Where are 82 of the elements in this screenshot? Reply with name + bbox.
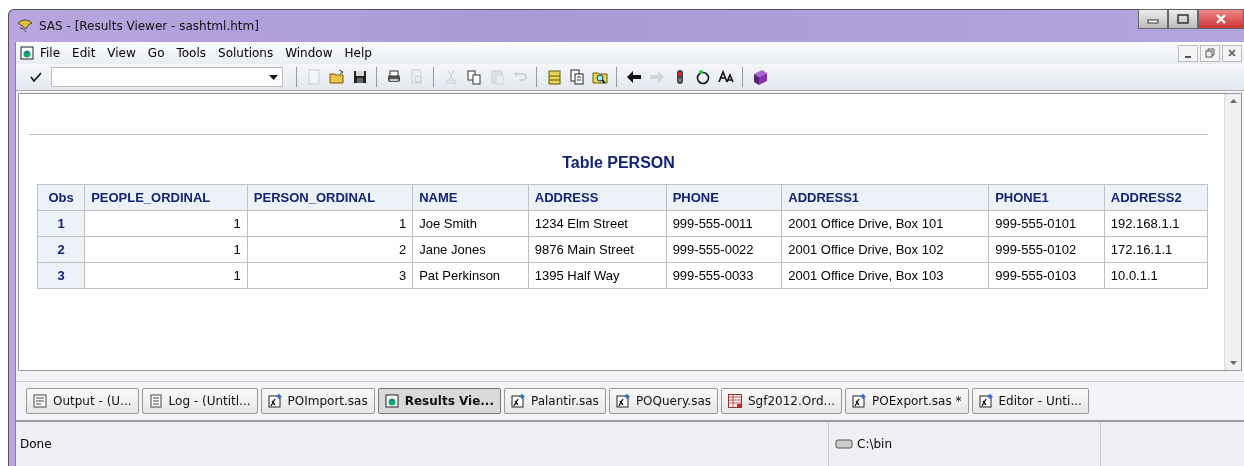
column-header: PHONE	[666, 184, 782, 211]
window-tab[interactable]: Palantir.sas	[504, 388, 606, 414]
command-field[interactable]	[51, 67, 283, 87]
table-cell: 999-555-0011	[666, 210, 782, 237]
column-header: ADDRESS2	[1104, 184, 1208, 211]
drive-icon	[835, 439, 853, 449]
child-minimize-icon	[1185, 56, 1191, 58]
report-title: Table PERSON	[562, 154, 675, 172]
current-directory: C:\bin	[857, 437, 893, 451]
maximize-icon	[1177, 14, 1189, 24]
table-cell: 1395 Half Way	[528, 262, 667, 289]
row-number: 3	[37, 262, 85, 289]
table-cell: 192.168.1.1	[1104, 210, 1208, 237]
window-tab[interactable]: Results Vie...	[377, 388, 501, 414]
table-cell: Pat Perkinson	[412, 262, 529, 289]
results-page-icon	[384, 394, 399, 408]
table-cell: 1	[84, 210, 248, 237]
close-button[interactable]	[1198, 9, 1244, 29]
status-message: Done	[19, 437, 53, 451]
table-grid-icon	[728, 394, 742, 408]
window-title: SAS - [Results Viewer - sashtml.htm]	[39, 19, 260, 33]
program-editor-icon	[267, 394, 282, 408]
table-cell: 999-555-0033	[666, 262, 782, 289]
menu-item[interactable]: Help	[338, 45, 378, 61]
column-header: PEOPLE_ORDINAL	[84, 184, 248, 211]
menu-item[interactable]: Edit	[66, 45, 102, 61]
menu-item[interactable]: File	[34, 45, 67, 61]
window-tab[interactable]: Output - (U...	[26, 388, 139, 414]
column-header: Obs	[37, 184, 85, 211]
table-cell: 1	[84, 236, 248, 263]
row-number: 1	[37, 210, 85, 237]
window-tab[interactable]: Log - (Untitl...	[141, 388, 258, 414]
app-logo-icon	[17, 19, 33, 33]
column-header: PERSON_ORDINAL	[247, 184, 413, 211]
column-header: NAME	[412, 184, 529, 211]
menu-item[interactable]: Solutions	[212, 45, 280, 61]
window-tab[interactable]: POImport.sas	[260, 388, 375, 414]
table-cell: 2001 Office Drive, Box 102	[781, 236, 989, 263]
child-close-icon	[1227, 48, 1237, 58]
program-editor-icon	[978, 394, 993, 408]
menu-item[interactable]: Go	[141, 45, 171, 61]
output-window-icon	[33, 394, 47, 408]
table-cell: 1	[84, 262, 248, 289]
program-editor-icon	[615, 394, 630, 408]
menu-item[interactable]: Window	[279, 45, 339, 61]
table-cell: 2	[247, 236, 413, 263]
window-tab[interactable]: Editor - Unti...	[971, 388, 1089, 414]
table-cell: 2001 Office Drive, Box 103	[781, 262, 989, 289]
window-tab[interactable]: POExport.sas *	[845, 388, 969, 414]
child-restore-button[interactable]	[1200, 44, 1220, 62]
child-close-button[interactable]	[1222, 44, 1242, 62]
child-restore-icon	[1205, 48, 1215, 58]
table-cell: 2001 Office Drive, Box 101	[781, 210, 989, 237]
window-tab[interactable]: POQuery.sas	[608, 388, 718, 414]
minimize-button[interactable]	[1138, 9, 1168, 29]
log-page-icon	[148, 394, 163, 408]
window-tab[interactable]: Sgf2012.Ord...	[721, 388, 843, 414]
document-icon[interactable]	[20, 46, 34, 60]
close-icon	[1215, 14, 1227, 24]
table-cell: 9876 Main Street	[528, 236, 667, 263]
program-editor-icon	[511, 394, 525, 408]
row-number: 2	[37, 236, 85, 263]
maximize-button[interactable]	[1168, 9, 1198, 29]
menu-item[interactable]: Tools	[170, 45, 213, 61]
table-cell: 999-555-0022	[666, 236, 782, 263]
table-cell: 172.16.1.1	[1104, 236, 1208, 263]
table-cell: 10.0.1.1	[1104, 262, 1208, 289]
table-cell: 999-555-0103	[988, 262, 1105, 289]
dropdown-arrow-icon[interactable]	[269, 74, 278, 80]
child-minimize-button[interactable]	[1178, 44, 1198, 62]
column-header: ADDRESS1	[781, 184, 989, 211]
table-cell: 1234 Elm Street	[528, 210, 667, 237]
table-cell: 999-555-0102	[988, 236, 1105, 263]
table-cell: Jane Jones	[412, 236, 529, 263]
table-cell: 3	[247, 262, 413, 289]
program-editor-icon	[852, 394, 867, 408]
table-cell: 1	[247, 210, 413, 237]
column-header: PHONE1	[988, 184, 1105, 211]
column-header: ADDRESS	[528, 184, 667, 211]
table-cell: 999-555-0101	[988, 210, 1105, 237]
menu-item[interactable]: View	[101, 45, 142, 61]
table-cell: Joe Smith	[412, 210, 529, 237]
